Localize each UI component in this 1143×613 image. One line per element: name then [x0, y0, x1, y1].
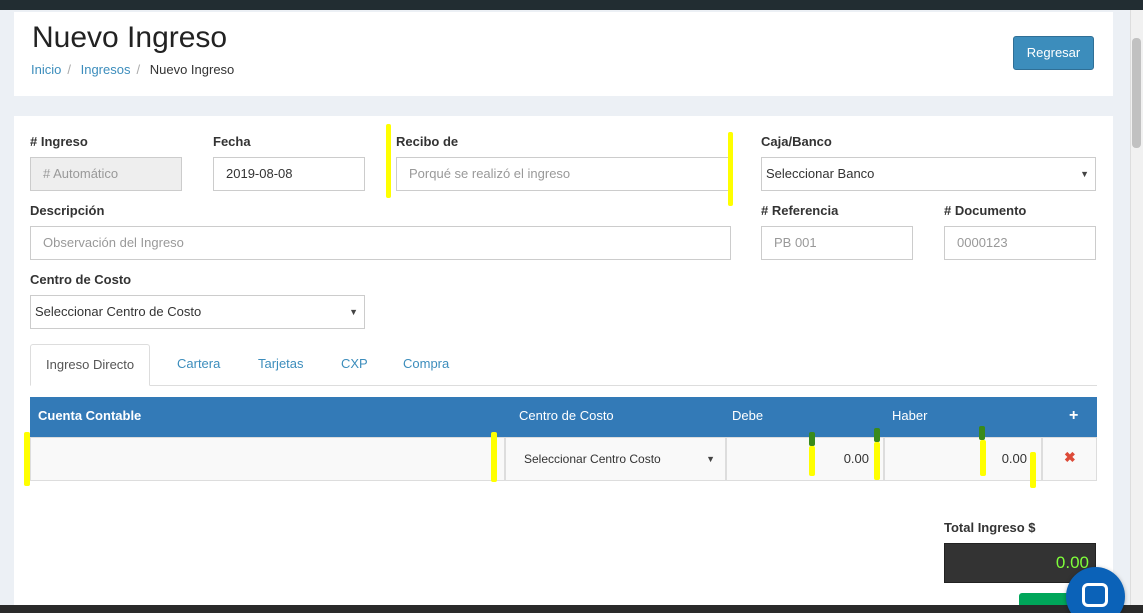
caja-select[interactable]: Seleccionar Banco ▼	[761, 157, 1096, 191]
breadcrumb-inicio[interactable]: Inicio	[31, 62, 61, 77]
back-button[interactable]: Regresar	[1013, 36, 1094, 70]
table-header: Cuenta Contable Centro de Costo Debe Hab…	[30, 397, 1097, 437]
highlight-mark	[979, 426, 985, 440]
top-bar	[0, 0, 1143, 10]
close-icon[interactable]: ✖	[1064, 449, 1076, 466]
highlight-mark	[386, 124, 391, 198]
table-row: Seleccionar Centro Costo ▼ 0.00 0.00 ✖	[30, 437, 1097, 481]
haber-input[interactable]: 0.00	[884, 437, 1042, 481]
chevron-down-icon: ▼	[706, 454, 715, 464]
highlight-mark	[491, 432, 497, 482]
documento-input[interactable]: 0000123	[944, 226, 1096, 260]
plus-icon[interactable]: +	[1069, 407, 1078, 425]
tab-ingreso-directo[interactable]: Ingreso Directo	[30, 344, 151, 386]
documento-label: # Documento	[944, 203, 1027, 218]
tab-cartera[interactable]: Cartera	[162, 344, 235, 386]
scrollbar[interactable]	[1130, 10, 1143, 613]
highlight-mark	[874, 428, 880, 442]
highlight-mark	[980, 440, 986, 476]
chat-bubble-icon[interactable]	[1066, 567, 1125, 613]
cuenta-contable-input[interactable]	[30, 437, 505, 481]
ingreso-field: # Automático	[30, 157, 182, 191]
centro-select-value: Seleccionar Centro de Costo	[35, 304, 202, 319]
highlight-mark	[809, 432, 815, 446]
breadcrumb-current: Nuevo Ingreso	[149, 62, 235, 77]
recibo-label: Recibo de	[396, 134, 459, 149]
col-debe: Debe	[732, 408, 764, 423]
fecha-input[interactable]: 2019-08-08	[213, 157, 365, 191]
debe-input[interactable]: 0.00	[726, 437, 884, 481]
highlight-mark	[874, 442, 880, 480]
tab-tarjetas[interactable]: Tarjetas	[243, 344, 319, 386]
caja-select-value: Seleccionar Banco	[766, 166, 875, 181]
tab-bar: Ingreso Directo Cartera Tarjetas CXP Com…	[30, 344, 1097, 386]
col-centro-costo: Centro de Costo	[519, 408, 614, 423]
referencia-input[interactable]: PB 001	[761, 226, 913, 260]
form-panel: # Ingreso # Automático Fecha 2019-08-08 …	[14, 116, 1113, 613]
descripcion-input[interactable]: Observación del Ingreso	[30, 226, 731, 260]
centro-select[interactable]: Seleccionar Centro de Costo ▼	[30, 295, 365, 329]
chevron-down-icon: ▼	[1080, 169, 1089, 179]
highlight-mark	[24, 432, 30, 486]
scrollbar-thumb[interactable]	[1132, 38, 1141, 148]
row-centro-select[interactable]: Seleccionar Centro Costo ▼	[505, 437, 726, 481]
page-title: Nuevo Ingreso	[32, 21, 228, 54]
total-label: Total Ingreso $	[944, 520, 1036, 535]
col-haber: Haber	[892, 408, 928, 423]
breadcrumb-ingresos[interactable]: Ingresos	[81, 62, 131, 77]
chevron-down-icon: ▼	[349, 307, 358, 317]
highlight-mark	[1030, 452, 1036, 488]
referencia-label: # Referencia	[761, 203, 839, 218]
row-centro-value: Seleccionar Centro Costo	[524, 452, 661, 466]
col-cuenta-contable: Cuenta Contable	[38, 408, 142, 423]
tab-cxp[interactable]: CXP	[326, 344, 383, 386]
fecha-label: Fecha	[213, 134, 251, 149]
highlight-mark	[809, 446, 815, 476]
breadcrumb: Inicio / Ingresos / Nuevo Ingreso	[31, 62, 235, 77]
caja-label: Caja/Banco	[761, 134, 832, 149]
bottom-bar	[0, 605, 1143, 613]
highlight-mark	[728, 132, 733, 206]
ingreso-label: # Ingreso	[30, 134, 88, 149]
descripcion-label: Descripción	[30, 203, 105, 218]
tab-compra[interactable]: Compra	[388, 344, 464, 386]
recibo-input[interactable]: Porqué se realizó el ingreso	[396, 157, 731, 191]
content-header: Nuevo Ingreso Inicio / Ingresos / Nuevo In…	[14, 12, 1113, 96]
centro-label: Centro de Costo	[30, 272, 132, 287]
